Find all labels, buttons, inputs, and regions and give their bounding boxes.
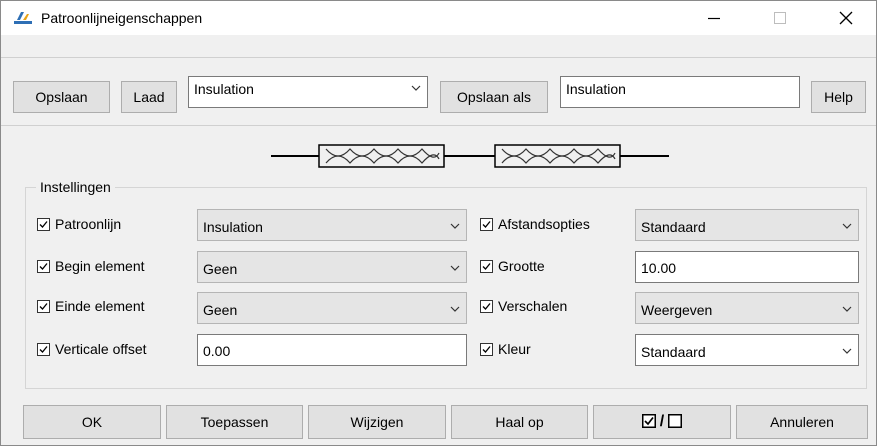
checkbox-einde-element[interactable]: Einde element: [37, 298, 145, 314]
checkbox-kleur[interactable]: Kleur: [480, 341, 531, 357]
fetch-button[interactable]: Haal op: [451, 405, 588, 439]
chevron-down-icon: [842, 220, 852, 234]
verschalen-select-value: Weergeven: [641, 302, 713, 318]
kleur-select-value: Standaard: [641, 344, 706, 360]
save-as-name-input[interactable]: Insulation: [560, 76, 800, 108]
checkbox-verschalen[interactable]: Verschalen: [480, 298, 567, 314]
checkbox-checked-icon: [37, 259, 50, 273]
checkbox-label: Einde element: [55, 298, 145, 314]
close-button[interactable]: [823, 1, 869, 35]
load-button[interactable]: Laad: [121, 81, 177, 113]
minimize-icon: [708, 17, 720, 20]
checkbox-verticale-offset[interactable]: Verticale offset: [37, 341, 147, 357]
checkbox-checked-icon: [480, 217, 493, 231]
checkbox-label: Patroonlijn: [55, 216, 122, 232]
grootte-value: 10.00: [641, 260, 677, 276]
einde-element-select[interactable]: Geen: [197, 292, 467, 324]
window-title: Patroonlijneigenschappen: [41, 10, 203, 26]
checkbox-checked-icon: [480, 342, 493, 356]
chevron-down-icon: [450, 262, 460, 276]
cancel-button[interactable]: Annuleren: [736, 405, 868, 439]
help-button[interactable]: Help: [811, 81, 866, 113]
einde-element-select-value: Geen: [203, 302, 238, 318]
app-icon: [13, 9, 33, 27]
close-icon: [839, 11, 853, 25]
pattern-select[interactable]: Insulation: [188, 76, 428, 108]
checkbox-label: Kleur: [498, 341, 531, 357]
afstandsopties-select[interactable]: Standaard: [635, 209, 859, 241]
toolbar-bottom-divider: [1, 125, 876, 126]
verschalen-select[interactable]: Weergeven: [635, 292, 859, 324]
begin-element-select[interactable]: Geen: [197, 251, 467, 283]
pattern-select-value: Insulation: [194, 81, 254, 97]
chevron-down-icon: [842, 303, 852, 317]
afstandsopties-select-value: Standaard: [641, 219, 706, 235]
checkbox-patroonlijn[interactable]: Patroonlijn: [37, 216, 121, 232]
checkbox-checked-icon: [37, 342, 50, 356]
minimize-button[interactable]: [691, 1, 737, 35]
verticale-offset-input[interactable]: 0.00: [197, 334, 467, 366]
checkbox-checked-icon: [37, 217, 50, 231]
chevron-down-icon: [450, 220, 460, 234]
toolbar-top-divider: [1, 57, 876, 58]
toggle-separator: /: [659, 413, 665, 430]
checkbox-label: Grootte: [498, 258, 545, 274]
title-bar[interactable]: Patroonlijneigenschappen: [1, 1, 876, 35]
checked-box-icon: [641, 413, 656, 431]
maximize-icon: [774, 12, 786, 24]
checkbox-label: Begin element: [55, 258, 145, 274]
dialog-window: Patroonlijneigenschappen Opslaan Laad In…: [0, 0, 877, 446]
checkbox-label: Verschalen: [498, 298, 568, 314]
chevron-down-icon: [450, 303, 460, 317]
checkbox-begin-element[interactable]: Begin element: [37, 258, 145, 274]
checkbox-label: Afstandsopties: [498, 216, 590, 232]
ok-button[interactable]: OK: [23, 405, 161, 439]
verticale-offset-value: 0.00: [203, 343, 231, 359]
checkbox-grootte[interactable]: Grootte: [480, 258, 545, 274]
toggle-all-checkboxes-button[interactable]: /: [593, 405, 731, 439]
settings-group-title: Instellingen: [36, 179, 115, 195]
checkbox-label: Verticale offset: [55, 341, 147, 357]
patroonlijn-select[interactable]: Insulation: [197, 209, 467, 241]
save-as-button[interactable]: Opslaan als: [440, 81, 548, 113]
checkbox-afstandsopties[interactable]: Afstandsopties: [480, 216, 590, 232]
checkbox-checked-icon: [480, 299, 493, 313]
patroonlijn-select-value: Insulation: [203, 219, 263, 235]
checkbox-checked-icon: [480, 259, 493, 273]
chevron-down-icon: [411, 82, 421, 96]
apply-button[interactable]: Toepassen: [166, 405, 303, 439]
kleur-select[interactable]: Standaard: [635, 334, 859, 366]
unchecked-box-icon: [668, 413, 683, 431]
grootte-input[interactable]: 10.00: [635, 251, 859, 283]
save-button[interactable]: Opslaan: [13, 81, 110, 113]
chevron-down-icon: [842, 345, 852, 359]
pattern-preview: [271, 137, 671, 173]
checkbox-checked-icon: [37, 299, 50, 313]
save-as-name-value: Insulation: [566, 81, 626, 97]
maximize-button[interactable]: [757, 1, 803, 35]
begin-element-select-value: Geen: [203, 261, 238, 277]
modify-button[interactable]: Wijzigen: [308, 405, 446, 439]
